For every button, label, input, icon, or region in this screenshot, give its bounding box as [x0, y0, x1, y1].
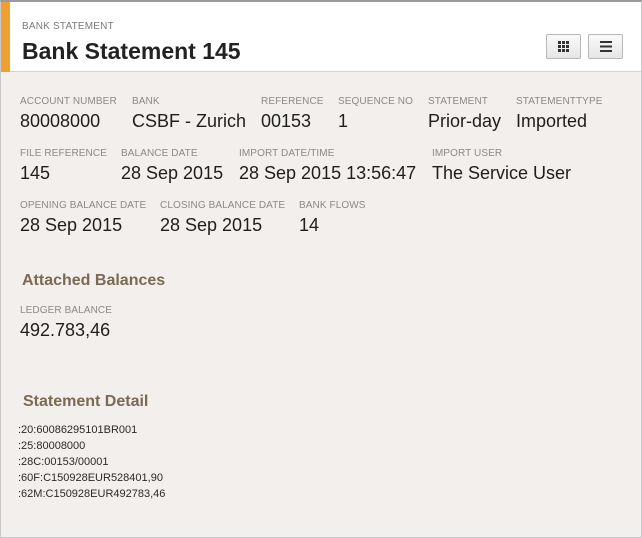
ledger-balance-label: LEDGER BALANCE [20, 305, 112, 316]
import-datetime-label: IMPORT DATE/TIME [239, 148, 335, 159]
closing-balance-date-label: CLOSING BALANCE DATE [160, 200, 286, 211]
account-number-value: 80008000 [20, 111, 101, 131]
account-number-label: ACCOUNT NUMBER [20, 96, 117, 107]
reference-label: REFERENCE [261, 96, 324, 107]
import-datetime-value: 28 Sep 2015 13:56:47 [239, 163, 417, 183]
sequence-no-label: SEQUENCE NO [338, 96, 414, 107]
ledger-balance-value: 492.783,46 [20, 320, 111, 340]
bank-label: BANK [132, 96, 160, 107]
reference-value: 00153 [261, 111, 312, 131]
file-reference-label: FILE REFERENCE [20, 148, 107, 159]
statement-type-value: Imported [516, 111, 588, 131]
closing-balance-date-value: 28 Sep 2015 [160, 215, 263, 235]
statement-detail-line: :62M:C150928EUR492783,46 [18, 488, 166, 500]
statement-label: STATEMENT [428, 96, 488, 107]
balance-date-value: 28 Sep 2015 [121, 163, 224, 183]
bank-flows-value: 14 [299, 215, 320, 235]
page-title: Bank Statement 145 [22, 38, 241, 64]
header-subtitle: BANK STATEMENT [22, 21, 114, 32]
statement-value: Prior-day [428, 111, 502, 131]
balance-date-label: BALANCE DATE [121, 148, 198, 159]
bank-flows-label: BANK FLOWS [299, 200, 366, 211]
attached-balances-heading: Attached Balances [22, 272, 166, 289]
import-user-value: The Service User [432, 163, 572, 183]
file-reference-value: 145 [20, 163, 51, 183]
menu-icon [599, 41, 612, 52]
sequence-no-value: 1 [338, 111, 349, 131]
grid-icon [558, 41, 569, 52]
panel-header: BANK STATEMENT Bank Statement 145 [1, 2, 641, 72]
statement-detail-line: :20:60086295101BR001 [18, 424, 138, 436]
grid-view-button[interactable] [546, 34, 581, 59]
menu-button[interactable] [588, 34, 623, 59]
header-accent-bar [1, 2, 10, 72]
statement-detail-line: :25:80008000 [18, 440, 86, 452]
statement-detail-line: :28C:00153/00001 [18, 456, 109, 468]
statement-type-label: STATEMENTTYPE [516, 96, 603, 107]
bank-value: CSBF - Zurich [132, 111, 247, 131]
statement-detail-heading: Statement Detail [23, 393, 149, 410]
statement-detail-line: :60F:C150928EUR528401,90 [18, 472, 163, 484]
import-user-label: IMPORT USER [432, 148, 503, 159]
bank-statement-panel: BANK STATEMENT Bank Statement 145 ACCOUN… [0, 0, 642, 538]
opening-balance-date-label: OPENING BALANCE DATE [20, 200, 147, 211]
opening-balance-date-value: 28 Sep 2015 [20, 215, 123, 235]
